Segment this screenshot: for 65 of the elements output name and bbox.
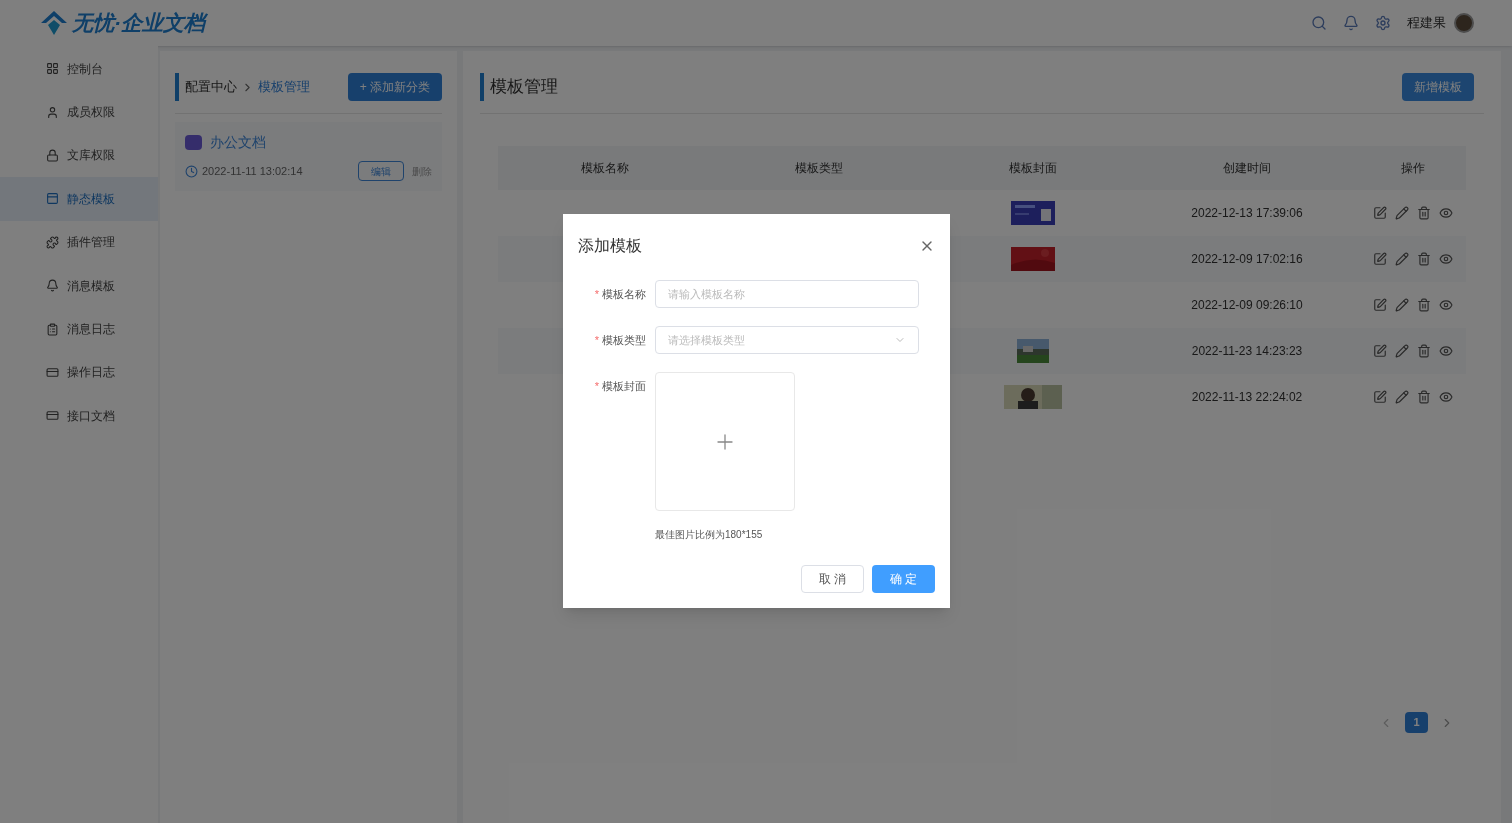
sidebar-item[interactable]: 成员权限 [0, 90, 158, 134]
edit-icon[interactable] [1372, 344, 1387, 358]
dialog-title: 添加模板 [578, 236, 642, 256]
column-header: 模板封面 [1008, 160, 1058, 177]
table-cell-text: 2022-12-13 17:39:06 [1190, 205, 1304, 222]
sidebar-item[interactable]: 静态模板 [0, 177, 158, 221]
cancel-button[interactable]: 取 消 [801, 565, 864, 593]
pencil-icon[interactable] [1394, 390, 1409, 404]
breadcrumb-link[interactable]: 配置中心 [185, 77, 237, 97]
sidebar-item[interactable]: 接口文档 [0, 394, 158, 438]
sidebar-item[interactable]: 消息模板 [0, 263, 158, 308]
bell-icon[interactable] [1343, 15, 1359, 31]
avatar[interactable] [1454, 13, 1474, 33]
required-mark: * [594, 378, 599, 394]
pencil-icon[interactable] [1394, 206, 1409, 220]
pencil-icon[interactable] [1394, 344, 1409, 358]
delete-icon[interactable] [1416, 252, 1431, 266]
table-cell-text: 2022-11-13 22:24:02 [1190, 389, 1304, 406]
delete-icon[interactable] [1416, 390, 1431, 404]
table-cell-text: 2022-12-09 17:02:16 [1190, 251, 1304, 268]
view-icon[interactable] [1438, 390, 1453, 404]
view-icon[interactable] [1438, 298, 1453, 312]
search-icon[interactable] [1311, 15, 1327, 31]
pencil-icon[interactable] [1394, 298, 1409, 312]
column-header: 模板类型 [794, 160, 844, 177]
view-icon[interactable] [1438, 344, 1453, 358]
folder-icon [185, 135, 202, 150]
column-header: 操作 [1399, 160, 1426, 177]
field-label: 模板名称 [602, 286, 646, 302]
field-label: 模板类型 [602, 332, 646, 348]
add-template-button[interactable]: 新增模板 [1402, 73, 1474, 101]
field-label: 模板封面 [602, 378, 646, 394]
column-header: 模板名称 [580, 160, 630, 177]
delete-icon[interactable] [1416, 344, 1431, 358]
required-mark: * [594, 332, 599, 348]
column-header: 创建时间 [1222, 160, 1272, 177]
view-icon[interactable] [1438, 252, 1453, 266]
user-name[interactable]: 程建果 [1407, 13, 1446, 33]
settings-icon[interactable] [1375, 15, 1391, 31]
edit-icon[interactable] [1372, 390, 1387, 404]
upload-hint: 最佳图片比例为180*155 [655, 528, 764, 542]
page-button[interactable]: 1 [1405, 712, 1428, 733]
breadcrumb-current: 模板管理 [258, 78, 310, 97]
confirm-button[interactable]: 确 定 [872, 565, 935, 593]
delete-icon[interactable] [1416, 206, 1431, 220]
name-input[interactable]: 请输入模板名称 [655, 280, 919, 308]
category-name: 办公文档 [210, 133, 266, 152]
view-icon[interactable] [1438, 206, 1453, 220]
table-cell-text: 2022-12-09 09:26:10 [1190, 297, 1304, 314]
delete-icon[interactable] [1416, 298, 1431, 312]
edit-icon[interactable] [1372, 252, 1387, 266]
page-title: 模板管理 [480, 73, 558, 101]
sidebar-item[interactable]: 操作日志 [0, 350, 158, 395]
add-category-button[interactable]: + 添加新分类 [347, 73, 442, 101]
edit-button[interactable]: 编辑 [358, 161, 404, 181]
logo-icon [40, 10, 68, 36]
sidebar-item[interactable]: 控制台 [0, 47, 158, 91]
table-cell-text: 2022-11-23 14:23:23 [1190, 343, 1304, 360]
sidebar-item[interactable]: 消息日志 [0, 307, 158, 351]
required-mark: * [594, 286, 599, 302]
edit-icon[interactable] [1372, 206, 1387, 220]
category-time: 2022-11-11 13:02:14 [202, 163, 303, 179]
clock-icon [185, 164, 198, 178]
edit-icon[interactable] [1372, 298, 1387, 312]
pencil-icon[interactable] [1394, 252, 1409, 266]
